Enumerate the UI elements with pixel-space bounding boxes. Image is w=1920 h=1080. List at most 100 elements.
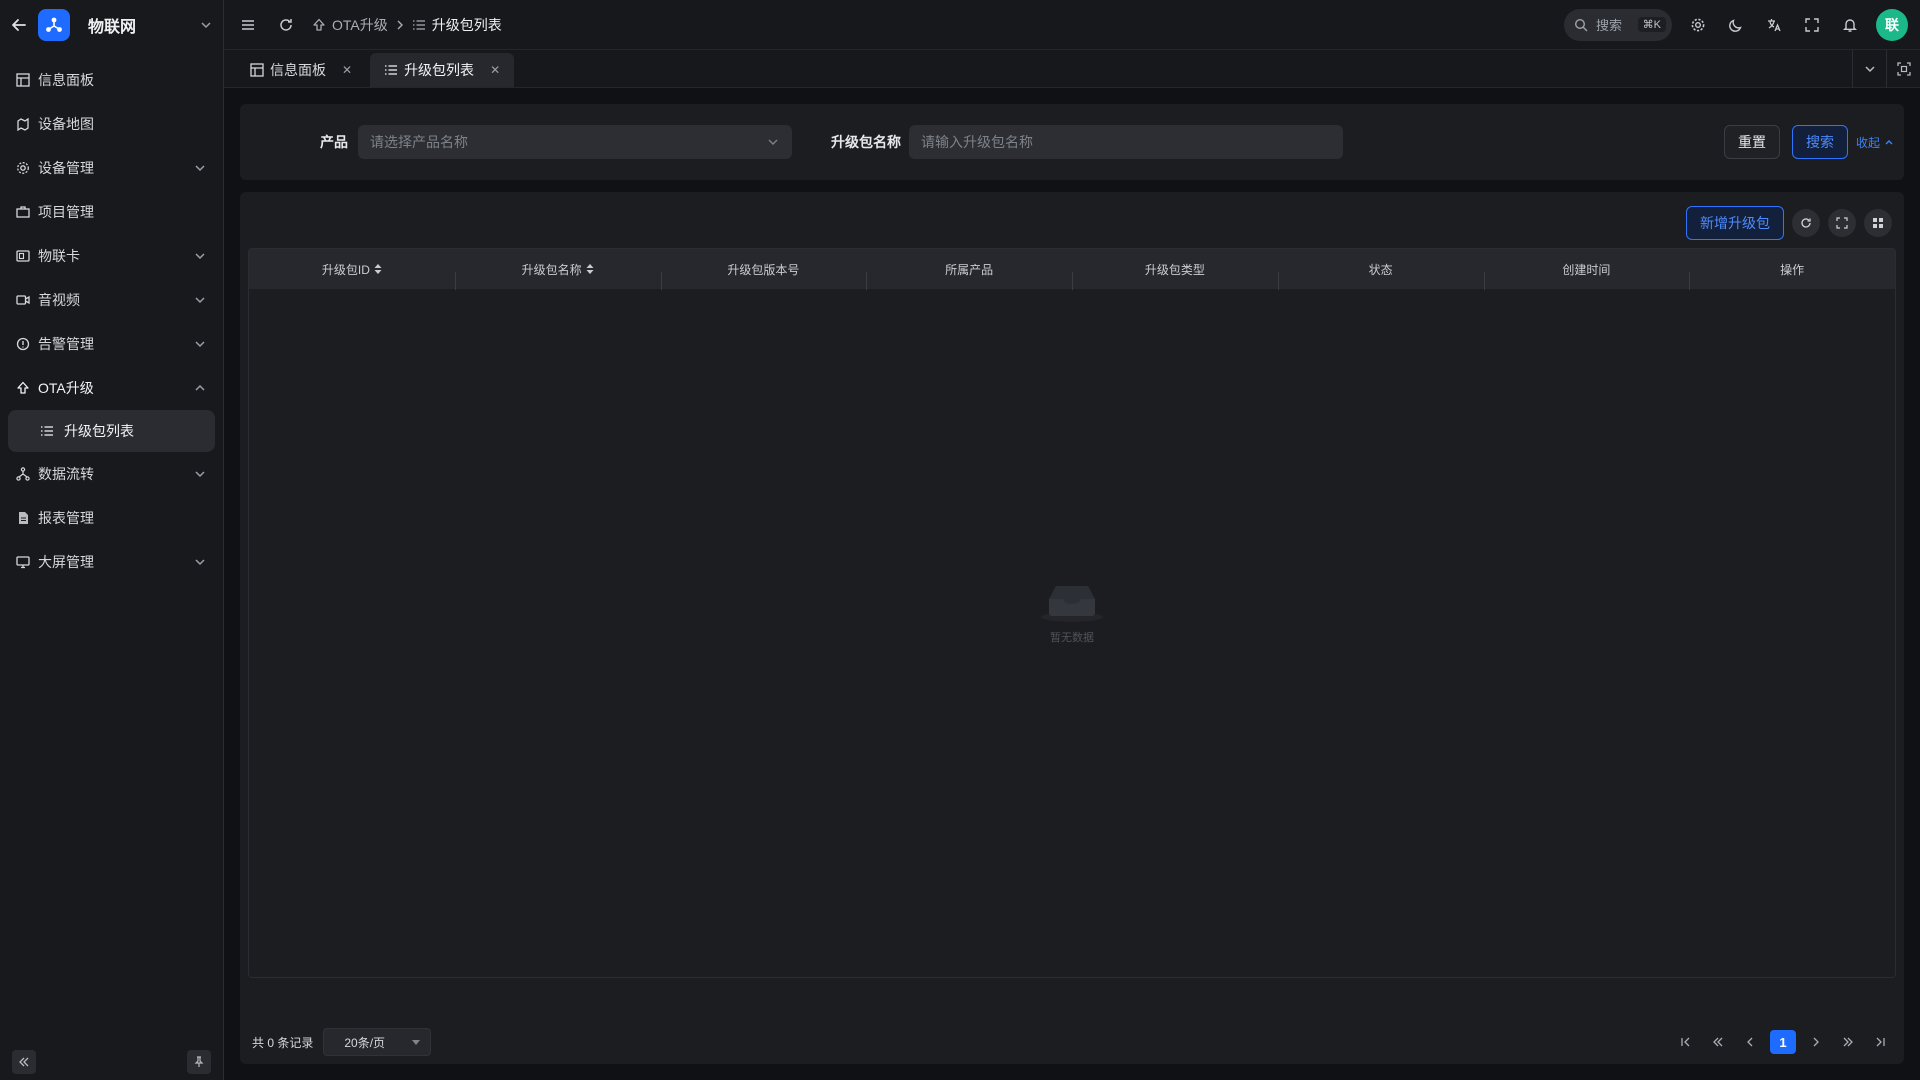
breadcrumb: OTA升级 升级包列表 (312, 15, 502, 35)
report-icon (16, 511, 30, 525)
sidebar-item-dashboard[interactable]: 信息面板 (0, 58, 223, 102)
chevron-right-icon (394, 19, 406, 31)
search-icon (1574, 18, 1588, 32)
tab-actions (1852, 50, 1920, 88)
sidebar-item-label: OTA升级 (38, 380, 94, 396)
prev-page-icon[interactable] (1738, 1030, 1762, 1054)
tab-label: 升级包列表 (404, 62, 475, 78)
sidebar-item-label: 设备管理 (38, 160, 94, 176)
breadcrumb-item[interactable]: OTA升级 (332, 15, 388, 35)
page-size-value: 20条/页 (344, 1035, 386, 1050)
filter-panel: 产品 请选择产品名称 升级包名称 请输入升级包名称 重置 搜索 收起 (240, 104, 1904, 180)
page-number-current[interactable]: 1 (1770, 1030, 1796, 1054)
first-page-icon[interactable] (1674, 1030, 1698, 1054)
menu-toggle-icon[interactable] (236, 13, 260, 37)
column-header-package-name[interactable]: 升级包名称 (454, 261, 661, 290)
sidebar-item-iot-card[interactable]: 物联卡 (0, 234, 223, 278)
bell-icon[interactable] (1838, 13, 1862, 37)
add-package-button[interactable]: 新增升级包 (1686, 206, 1784, 240)
sidebar-item-label: 信息面板 (38, 72, 94, 88)
sidebar-item-label: 告警管理 (38, 336, 94, 352)
chevron-down-icon (193, 467, 207, 481)
sidebar-item-label: 报表管理 (38, 510, 94, 526)
chevron-up-icon (193, 381, 207, 395)
back-arrow-icon[interactable] (10, 16, 28, 34)
sort-icon[interactable] (374, 263, 382, 275)
column-header-created-time: 创建时间 (1483, 261, 1690, 290)
video-icon (16, 293, 30, 307)
sidebar-item-big-screen[interactable]: 大屏管理 (0, 540, 223, 584)
tab-package-list[interactable]: 升级包列表 ✕ (370, 53, 515, 87)
sidebar-item-device-management[interactable]: 设备管理 (0, 146, 223, 190)
prev-group-icon[interactable] (1706, 1030, 1730, 1054)
tab-dashboard[interactable]: 信息面板 ✕ (236, 53, 366, 87)
tabs-dropdown-icon[interactable] (1852, 50, 1886, 88)
tab-label: 信息面板 (270, 62, 326, 78)
global-search[interactable]: 搜索 ⌘K (1564, 8, 1672, 41)
sort-icon[interactable] (586, 263, 594, 275)
refresh-icon[interactable] (1792, 209, 1820, 237)
chevron-down-icon[interactable] (199, 18, 213, 32)
fullscreen-icon[interactable] (1800, 13, 1824, 37)
chevron-down-icon (766, 135, 780, 149)
app-logo (38, 9, 70, 41)
chevron-down-icon (193, 249, 207, 263)
collapse-sidebar-icon[interactable] (12, 1050, 36, 1074)
device-gear-icon (16, 161, 30, 175)
settings-icon[interactable] (1686, 13, 1710, 37)
sidebar-item-report-management[interactable]: 报表管理 (0, 496, 223, 540)
pagination: 共 0 条记录 20条/页 1 (252, 1024, 1892, 1060)
column-label: 操作 (1780, 262, 1805, 277)
column-label: 升级包名称 (521, 262, 582, 277)
sidebar: 物联网 信息面板 设备地图 设备管理 项目管理 物联卡 音视频 告警管理 OTA… (0, 0, 224, 1080)
dark-mode-icon[interactable] (1724, 13, 1748, 37)
sidebar-item-data-flow[interactable]: 数据流转 (0, 452, 223, 496)
pin-icon[interactable] (187, 1050, 211, 1074)
product-select[interactable]: 请选择产品名称 (358, 125, 792, 159)
fullscreen-icon[interactable] (1828, 209, 1856, 237)
search-button[interactable]: 搜索 (1792, 125, 1848, 159)
close-icon[interactable]: ✕ (490, 63, 500, 77)
search-shortcut: ⌘K (1637, 17, 1666, 32)
sidebar-item-label: 音视频 (38, 292, 80, 308)
package-name-input[interactable]: 请输入升级包名称 (909, 125, 1343, 159)
refresh-icon[interactable] (274, 13, 298, 37)
caret-down-icon (412, 1035, 421, 1049)
last-page-icon[interactable] (1868, 1030, 1892, 1054)
sidebar-item-device-map[interactable]: 设备地图 (0, 102, 223, 146)
upgrade-icon (16, 381, 30, 395)
empty-inbox-icon (1039, 579, 1105, 623)
pager-controls: 1 (1674, 1030, 1892, 1054)
empty-text: 暂无数据 (1050, 632, 1094, 644)
translate-icon[interactable] (1762, 13, 1786, 37)
map-icon (16, 117, 30, 131)
reset-button[interactable]: 重置 (1724, 125, 1780, 159)
sidebar-item-project-management[interactable]: 项目管理 (0, 190, 223, 234)
chevron-down-icon (193, 555, 207, 569)
sidebar-subitem-package-list[interactable]: 升级包列表 (8, 410, 215, 452)
maximize-content-icon[interactable] (1886, 50, 1920, 88)
chevron-down-icon (193, 337, 207, 351)
column-header-package-id[interactable]: 升级包ID (249, 261, 455, 278)
list-icon (412, 18, 426, 32)
empty-state: 暂无数据 (1039, 579, 1105, 645)
column-label: 创建时间 (1562, 262, 1611, 277)
sidebar-item-audio-video[interactable]: 音视频 (0, 278, 223, 322)
page-size-select[interactable]: 20条/页 (323, 1028, 432, 1056)
sidebar-item-label: 项目管理 (38, 204, 94, 220)
sidebar-subitem-label: 升级包列表 (64, 423, 134, 439)
column-label: 升级包版本号 (727, 262, 800, 277)
sim-card-icon (16, 249, 30, 263)
avatar[interactable]: 联 (1876, 8, 1908, 41)
sidebar-item-ota-upgrade[interactable]: OTA升级 (0, 366, 223, 410)
product-label: 产品 (320, 134, 348, 150)
app-title: 物联网 (88, 19, 137, 36)
next-group-icon[interactable] (1836, 1030, 1860, 1054)
close-icon[interactable]: ✕ (342, 63, 352, 77)
collapse-label: 收起 (1856, 135, 1881, 150)
collapse-toggle[interactable]: 收起 (1856, 134, 1894, 151)
next-page-icon[interactable] (1804, 1030, 1828, 1054)
sidebar-item-alert-management[interactable]: 告警管理 (0, 322, 223, 366)
briefcase-icon (16, 205, 30, 219)
column-settings-icon[interactable] (1864, 209, 1892, 237)
